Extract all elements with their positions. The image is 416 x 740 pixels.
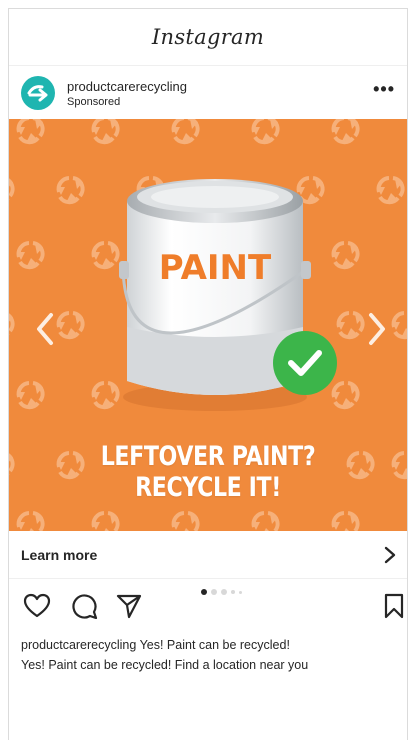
instagram-post-frame: Instagram productcarerecycling Sponsored… — [8, 8, 408, 740]
prev-arrow-icon[interactable] — [31, 309, 59, 349]
post-username[interactable]: productcarerecycling — [67, 79, 373, 94]
carousel-dot — [231, 590, 235, 594]
comment-icon[interactable] — [71, 593, 99, 619]
learn-more-bar[interactable]: Learn more — [9, 531, 407, 579]
post-caption: productcarerecycling Yes! Paint can be r… — [21, 635, 399, 675]
post-actions — [9, 589, 407, 633]
learn-more-label[interactable]: Learn more — [21, 547, 97, 563]
headline-line-1: LEFTOVER PAINT? — [100, 441, 316, 472]
bookmark-icon[interactable] — [383, 593, 405, 619]
headline-line-2: RECYCLE IT! — [135, 472, 281, 503]
share-icon[interactable] — [115, 593, 143, 619]
caption-username[interactable]: productcarerecycling — [21, 638, 136, 652]
post-header: productcarerecycling Sponsored ••• — [9, 66, 407, 120]
avatar[interactable] — [21, 76, 55, 110]
carousel-dot — [201, 589, 207, 595]
instagram-logo[interactable]: Instagram — [152, 25, 264, 49]
carousel-dot — [221, 589, 227, 595]
sponsored-label[interactable]: Sponsored — [67, 96, 373, 108]
top-bar: Instagram — [9, 9, 407, 66]
ad-image[interactable]: PAINT LEFTOVER PAINT? RECYCLE IT! — [9, 119, 407, 531]
paint-can-illustration: PAINT — [119, 179, 337, 411]
ad-headline: LEFTOVER PAINT? RECYCLE IT! — [9, 441, 407, 503]
carousel-dot — [239, 590, 242, 594]
can-label: PAINT — [159, 248, 272, 288]
carousel-dot — [211, 589, 217, 595]
more-options-button[interactable]: ••• — [373, 79, 395, 108]
chevron-right-icon[interactable] — [383, 546, 397, 564]
caption-text-line-2: Yes! Paint can be recycled! Find a locat… — [21, 658, 309, 672]
heart-icon[interactable] — [23, 593, 51, 619]
check-badge — [273, 331, 337, 395]
caption-text-line-1: Yes! Paint can be recycled! — [139, 638, 290, 652]
carousel-indicator — [201, 589, 242, 595]
next-arrow-icon[interactable] — [363, 309, 391, 349]
brand-logo-icon — [27, 85, 48, 102]
